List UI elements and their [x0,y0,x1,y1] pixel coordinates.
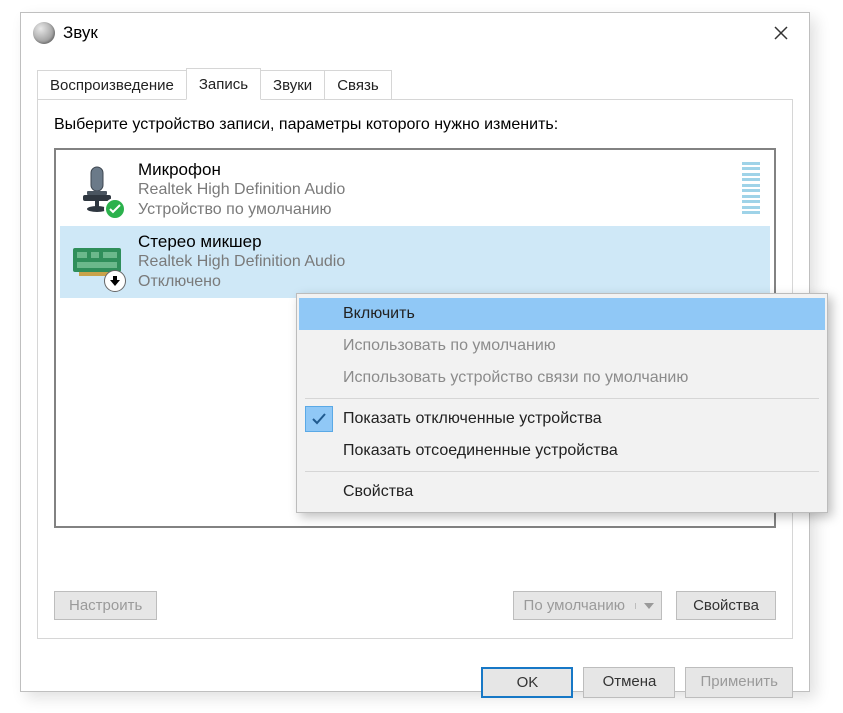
device-desc: Realtek High Definition Audio [138,180,762,200]
tab-playback[interactable]: Воспроизведение [37,70,187,100]
menu-show-disabled[interactable]: Показать отключенные устройства [299,403,825,435]
device-text: Микрофон Realtek High Definition Audio У… [138,160,762,220]
menu-enable[interactable]: Включить [299,298,825,330]
disabled-arrow-badge [104,270,126,292]
menu-show-disconnected[interactable]: Показать отсоединенные устройства [299,435,825,467]
close-icon [774,26,788,40]
close-button[interactable] [761,13,801,53]
level-meter [742,162,760,214]
properties-button[interactable]: Свойства [676,591,776,620]
configure-button[interactable]: Настроить [54,591,157,620]
device-status: Устройство по умолчанию [138,200,762,220]
speaker-app-icon [33,22,55,44]
titlebar: Звук [21,13,809,53]
set-default-label: По умолчанию [514,592,635,619]
chevron-down-icon [635,603,661,609]
device-name: Микрофон [138,160,762,180]
checkmark-box [305,406,333,432]
tab-record[interactable]: Запись [186,68,261,100]
check-icon [109,204,121,214]
set-default-dropdown[interactable]: По умолчанию [513,591,662,620]
device-desc: Realtek High Definition Audio [138,252,762,272]
window-title: Звук [63,23,98,43]
menu-use-default[interactable]: Использовать по умолчанию [299,330,825,362]
ok-button[interactable]: OK [481,667,573,698]
device-status: Отключено [138,272,762,292]
device-row-stereo-mix[interactable]: Стерео микшер Realtek High Definition Au… [60,226,770,298]
dialog-footer: OK Отмена Применить [21,655,809,710]
device-icon-wrap [66,160,128,218]
device-text: Стерео микшер Realtek High Definition Au… [138,232,762,292]
menu-separator [305,398,819,399]
cancel-button[interactable]: Отмена [583,667,675,698]
tab-sounds[interactable]: Звуки [260,70,325,100]
panel-instruction: Выберите устройство записи, параметры ко… [54,116,776,134]
tab-strip: Воспроизведение Запись Звуки Связь [37,65,793,99]
panel-button-row: Настроить По умолчанию Свойства [54,591,776,620]
default-check-badge [104,198,126,220]
menu-separator [305,471,819,472]
menu-use-comm-default[interactable]: Использовать устройство связи по умолчан… [299,362,825,394]
device-name: Стерео микшер [138,232,762,252]
arrow-down-icon [109,275,121,287]
menu-properties[interactable]: Свойства [299,476,825,508]
menu-label: Показать отключенные устройства [343,410,602,428]
device-row-microphone[interactable]: Микрофон Realtek High Definition Audio У… [60,154,770,226]
tab-communications[interactable]: Связь [324,70,391,100]
context-menu[interactable]: Включить Использовать по умолчанию Испол… [296,293,828,513]
check-icon [312,413,326,425]
device-icon-wrap [66,232,128,290]
apply-button[interactable]: Применить [685,667,793,698]
